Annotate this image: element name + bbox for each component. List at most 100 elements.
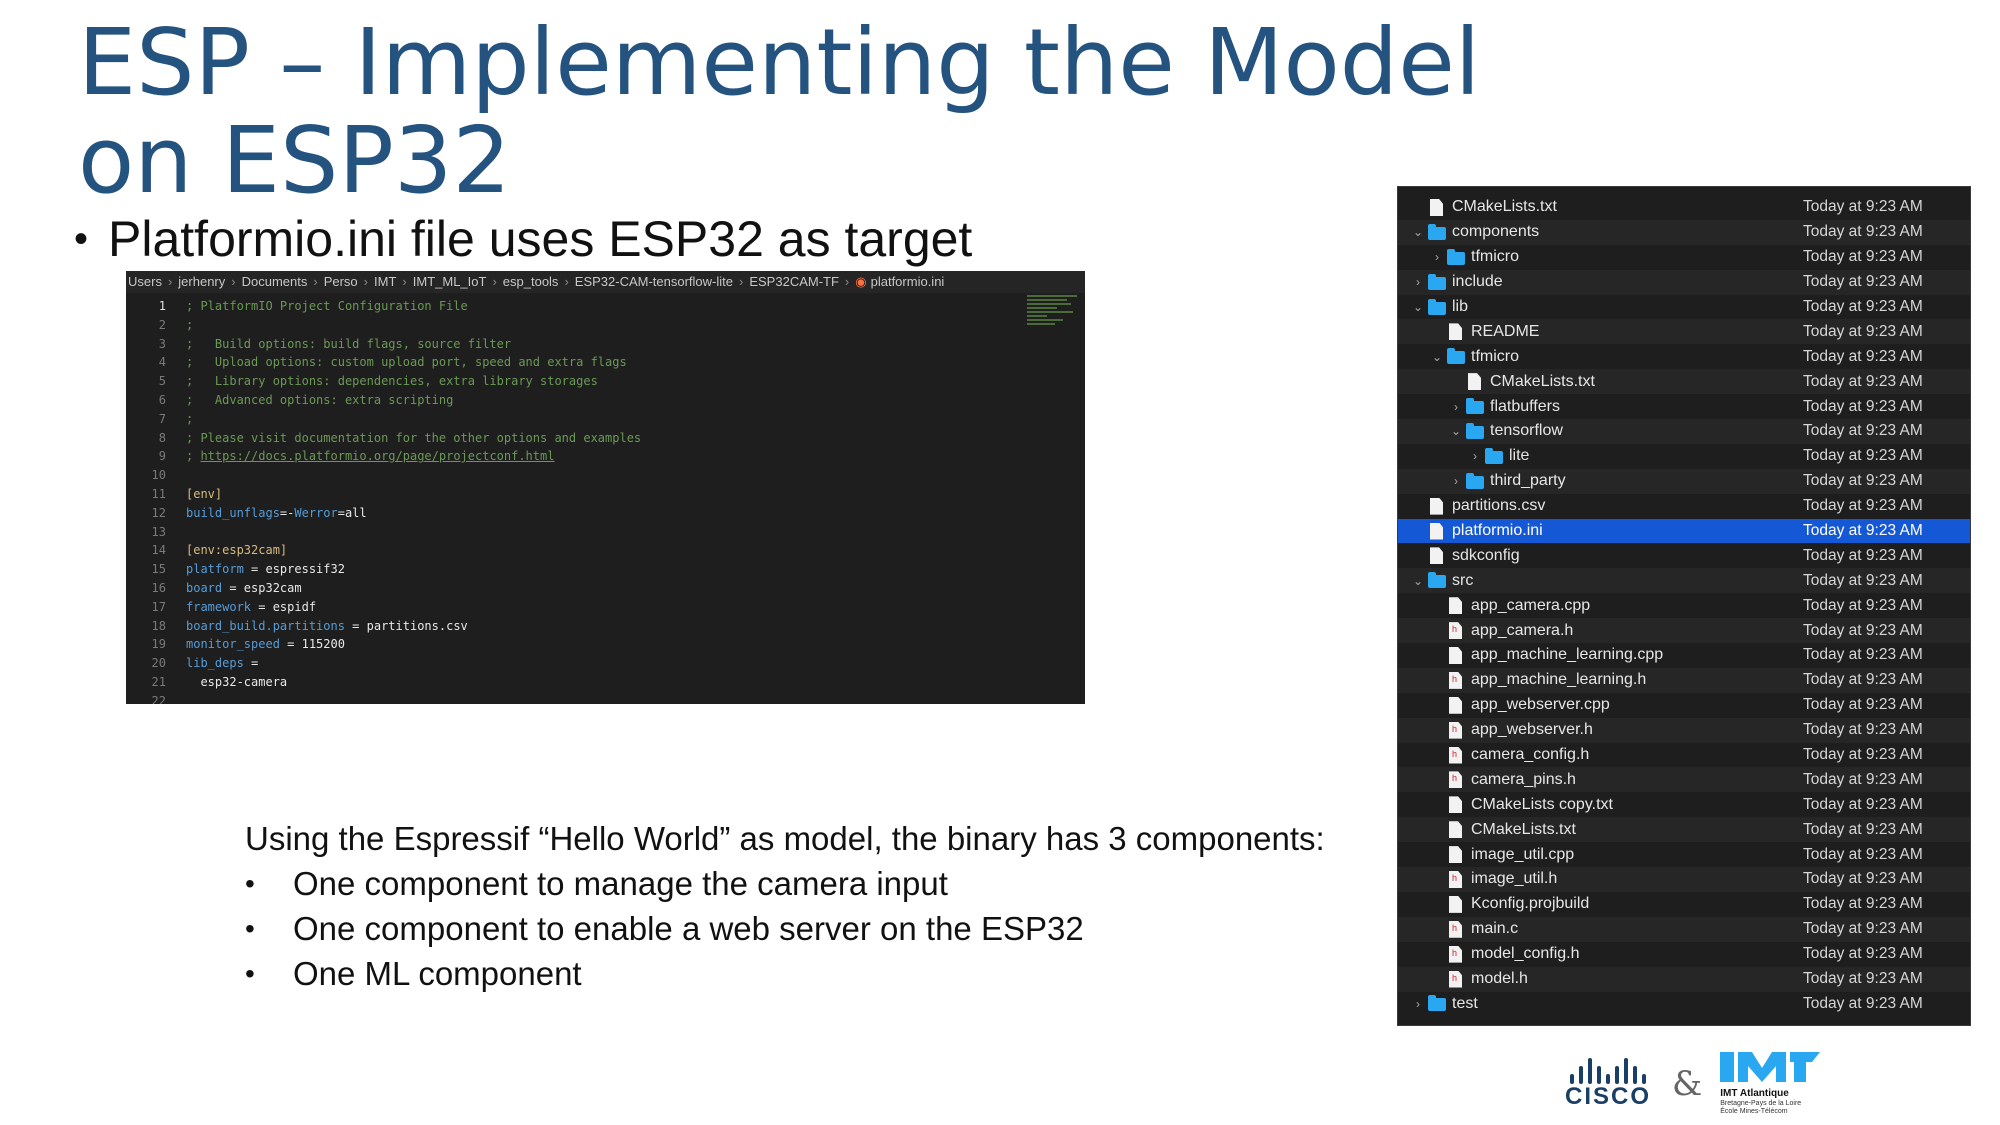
disclosure-closed-icon[interactable]: › (1450, 400, 1462, 414)
document-icon (1449, 323, 1462, 341)
finder-row[interactable]: app_webserver.hToday at 9:23 AM (1398, 717, 1970, 743)
code-line[interactable]: 18 board_build.partitions = partitions.cs… (126, 617, 1085, 636)
finder-row[interactable]: app_webserver.cpp Today at 9:23 AM (1398, 693, 1970, 718)
code-line[interactable]: 1 ; PlatformIO Project Configuration File (126, 297, 1085, 316)
breadcrumb-item[interactable]: platformio.ini (871, 271, 945, 293)
breadcrumb-item[interactable]: ESP32CAM-TF (749, 271, 839, 293)
line-code: ; Please visit documentation for the oth… (186, 429, 641, 448)
code-line[interactable]: 3 ; Build options: build flags, source fi… (126, 335, 1085, 354)
disclosure-open-icon[interactable]: ⌄ (1450, 424, 1462, 438)
date-modified: Today at 9:23 AM (1803, 522, 1923, 540)
finder-row[interactable]: CMakeLists.txt Today at 9:23 AM (1398, 195, 1970, 220)
finder-row[interactable]: ⌄ components Today at 9:23 AM (1398, 219, 1970, 245)
date-modified: Today at 9:23 AM (1803, 422, 1923, 440)
code-token[interactable]: https://docs.platformio.org/page/project… (200, 449, 554, 463)
finder-row[interactable]: › third_party Today at 9:23 AM (1398, 468, 1970, 494)
code-line[interactable]: 19 monitor_speed = 115200 (126, 635, 1085, 654)
finder-row[interactable]: camera_config.hToday at 9:23 AM (1398, 743, 1970, 768)
cisco-logo: CISCO (1558, 1058, 1658, 1110)
disclosure-closed-icon[interactable]: › (1431, 250, 1443, 264)
finder-row[interactable]: image_util.hToday at 9:23 AM (1398, 867, 1970, 892)
code-line[interactable]: 7; (126, 410, 1085, 429)
disclosure-open-icon[interactable]: ⌄ (1412, 225, 1424, 239)
line-code: build_unflags=-Werror=all (186, 504, 367, 523)
breadcrumb-item[interactable]: esp_tools (503, 271, 559, 293)
disclosure-closed-icon[interactable]: › (1412, 275, 1424, 289)
finder-row[interactable]: ⌄ lib Today at 9:23 AM (1398, 295, 1970, 320)
finder-row[interactable]: › include Today at 9:23 AM (1398, 269, 1970, 295)
date-modified: Today at 9:23 AM (1803, 546, 1923, 564)
code-line[interactable]: 9; https://docs.platformio.org/page/proj… (126, 447, 1085, 466)
code-token: = partitions.csv (344, 618, 468, 633)
code-line[interactable]: 15 platform = espressif32 (126, 560, 1085, 579)
finder-row[interactable]: CMakeLists.txt Today at 9:23 AM (1398, 369, 1970, 395)
code-line[interactable]: 5 ; Library options: dependencies, extra … (126, 372, 1085, 391)
breadcrumb-separator-icon: › (492, 274, 497, 289)
finder-row[interactable]: Kconfig.projbuild Today at 9:23 AM (1398, 892, 1970, 917)
finder-row[interactable]: model_config.hToday at 9:23 AM (1398, 942, 1970, 967)
code-token: lib_deps (186, 656, 244, 671)
code-line[interactable]: 11 [env] (126, 485, 1085, 504)
code-line[interactable]: 16 board = esp32cam (126, 579, 1085, 598)
breadcrumb-item[interactable]: Users (128, 271, 162, 293)
finder-row[interactable]: ⌄ src Today at 9:23 AM (1398, 568, 1970, 594)
finder-row[interactable]: README Today at 9:23 AM (1398, 319, 1970, 345)
finder-row[interactable]: ⌄ tensorflow Today at 9:23 AM (1398, 419, 1970, 444)
disclosure-closed-icon[interactable]: › (1450, 474, 1462, 488)
finder-row[interactable]: app_machine_learning.cpp Today at 9:23 AM (1398, 643, 1970, 668)
disclosure-open-icon[interactable]: ⌄ (1412, 574, 1424, 588)
line-number: 17 (151, 599, 166, 614)
code-line[interactable]: 14 [env:esp32cam] (126, 541, 1085, 560)
finder-row[interactable]: CMakeLists.txt Today at 9:23 AM (1398, 817, 1970, 843)
finder-row[interactable]: › lite Today at 9:23 AM (1398, 444, 1970, 469)
breadcrumb-item[interactable]: ESP32-CAM-tensorflow-lite (575, 271, 733, 293)
breadcrumb-item[interactable]: IMT (374, 271, 396, 293)
code-line[interactable]: 21 esp32-camera (126, 673, 1085, 692)
date-modified: Today at 9:23 AM (1803, 795, 1923, 813)
breadcrumb-item[interactable]: IMT_ML_IoT (413, 271, 487, 293)
finder-row[interactable]: sdkconfig Today at 9:23 AM (1398, 543, 1970, 568)
code-token: = (243, 656, 259, 671)
code-editor-screenshot: Users › jerhenry › Documents › Perso › IMT › IMT_M… (126, 271, 1085, 704)
breadcrumb-item[interactable]: jerhenry (178, 271, 225, 293)
code-line[interactable]: 13 (126, 523, 1085, 542)
code-line[interactable]: 2; (126, 316, 1085, 335)
main-bullet-text: Platformio.ini file uses ESP32 as target (108, 211, 973, 267)
code-token: board_build.partitions (186, 618, 345, 633)
disclosure-open-icon[interactable]: ⌄ (1431, 350, 1443, 364)
date-modified: Today at 9:23 AM (1803, 994, 1923, 1012)
code-line[interactable]: 20 lib_deps = (126, 654, 1085, 673)
document-icon (1449, 846, 1462, 864)
line-code: board_build.partitions = partitions.csv (186, 617, 468, 636)
finder-row[interactable]: app_machine_learning.hToday at 9:23 AM (1398, 667, 1970, 693)
breadcrumb-separator-icon: › (313, 274, 318, 289)
finder-row-selected[interactable]: platformio.ini Today at 9:23 AM (1398, 518, 1970, 544)
finder-row[interactable]: app_camera.cpp Today at 9:23 AM (1398, 593, 1970, 618)
finder-row[interactable]: › flatbuffers Today at 9:23 AM (1398, 394, 1970, 419)
finder-row[interactable]: ⌄ tfmicro Today at 9:23 AM (1398, 344, 1970, 369)
code-line[interactable]: 8 ; Please visit documentation for the ot… (126, 429, 1085, 448)
code-line[interactable]: 17 framework = espidf (126, 598, 1085, 617)
finder-row[interactable]: model.hToday at 9:23 AM (1398, 966, 1970, 992)
finder-row[interactable]: image_util.cpp Today at 9:23 AM (1398, 842, 1970, 867)
disclosure-open-icon[interactable]: ⌄ (1412, 300, 1424, 314)
code-line[interactable]: 4 ; Upload options: custom upload port, s… (126, 353, 1085, 372)
code-line[interactable]: 12 build_unflags=-Werror=all (126, 504, 1085, 523)
folder-icon (1428, 298, 1446, 315)
code-line[interactable]: 10 (126, 466, 1085, 485)
ampersand: & (1672, 1064, 1703, 1104)
code-line[interactable]: 22 (126, 692, 1085, 704)
finder-row[interactable]: › tfmicro Today at 9:23 AM (1398, 245, 1970, 270)
finder-row[interactable]: › test Today at 9:23 AM (1398, 992, 1970, 1017)
finder-row[interactable]: main.cToday at 9:23 AM (1398, 916, 1970, 942)
disclosure-closed-icon[interactable]: › (1469, 449, 1481, 463)
breadcrumb-item[interactable]: Perso (324, 271, 358, 293)
disclosure-closed-icon[interactable]: › (1412, 997, 1424, 1011)
finder-row[interactable]: app_camera.hToday at 9:23 AM (1398, 618, 1970, 644)
date-modified: Today at 9:23 AM (1803, 322, 1923, 340)
breadcrumb-item[interactable]: Documents (242, 271, 308, 293)
finder-row[interactable]: camera_pins.hToday at 9:23 AM (1398, 767, 1970, 793)
finder-row[interactable]: CMakeLists copy.txt Today at 9:23 AM (1398, 792, 1970, 817)
code-line[interactable]: 6 ; Advanced options: extra scripting (126, 391, 1085, 410)
finder-row[interactable]: partitions.csv Today at 9:23 AM (1398, 494, 1970, 519)
